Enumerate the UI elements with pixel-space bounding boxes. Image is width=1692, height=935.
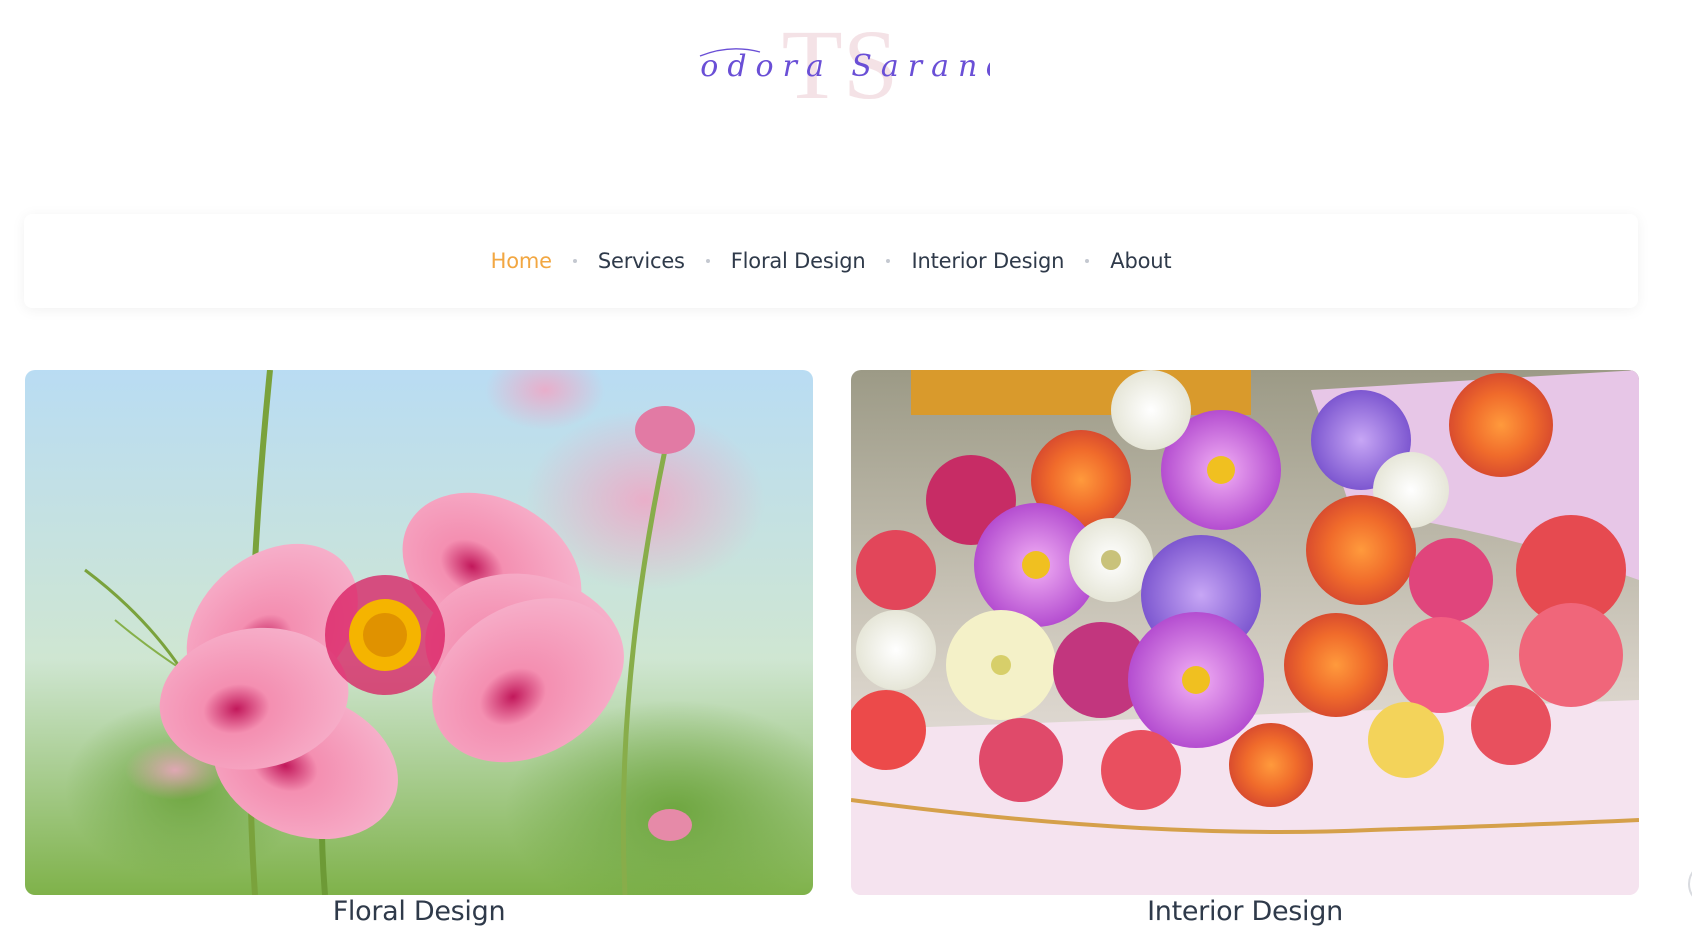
nav-separator [1085,259,1090,263]
nav-item-floral-design[interactable]: Floral Design [731,249,866,273]
interior-design-card-image[interactable] [851,370,1639,895]
nav-item-home[interactable]: Home [491,249,552,273]
nav-item-about[interactable]: About [1110,249,1171,273]
svg-text:Teodora Sarandi: Teodora Sarandi [690,49,990,84]
site-logo[interactable]: TS Teodora Sarandi [690,12,990,112]
nav-separator [572,259,577,263]
logo-mark-icon: TS Teodora Sarandi [690,12,990,112]
page: TS Teodora Sarandi Home Services Floral … [0,0,1692,935]
nav-item-interior-design[interactable]: Interior Design [911,249,1064,273]
pink-cosmos-flower-photo [25,370,813,895]
floral-design-card-title[interactable]: Floral Design [25,896,813,927]
nav-separator [705,259,710,263]
floral-design-card-image[interactable] [25,370,813,895]
main-navigation: Home Services Floral Design Interior Des… [24,214,1638,308]
nav-list: Home Services Floral Design Interior Des… [491,249,1172,273]
nav-separator [886,259,891,263]
scroll-to-top-icon[interactable] [1688,862,1692,906]
flower-bouquet-photo [851,370,1639,895]
interior-design-card-title[interactable]: Interior Design [851,896,1639,927]
nav-item-services[interactable]: Services [598,249,685,273]
